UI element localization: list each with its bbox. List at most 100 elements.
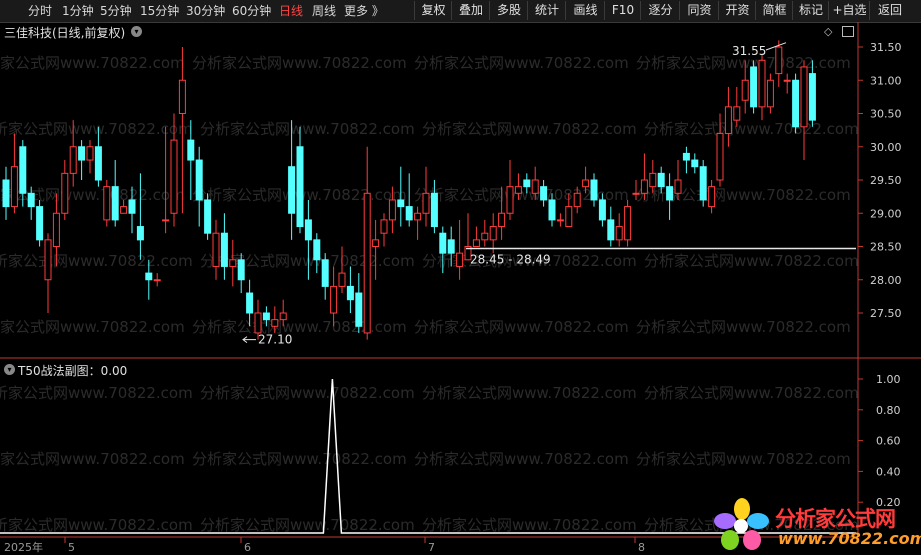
kline-chart[interactable]: 31.50 31.00 30.50 30.00 29.50 29.00 28.50 28.00… xyxy=(0,0,921,555)
candle-body xyxy=(78,146,86,161)
candle-body xyxy=(170,139,178,214)
indicator-tick-label: 0.80 xyxy=(876,404,901,417)
candle-body xyxy=(380,219,388,234)
flower-logo-icon xyxy=(714,498,769,550)
candle-body xyxy=(657,172,665,188)
logo-url: www.70822.com xyxy=(778,529,921,548)
candle-body xyxy=(472,239,480,248)
candle-body xyxy=(254,312,262,334)
candle-body xyxy=(716,132,724,181)
candle-body xyxy=(447,239,455,254)
indicator-tick-label: 0.60 xyxy=(876,435,901,448)
candle-body xyxy=(296,146,304,228)
price-tick-label: 29.50 xyxy=(870,174,902,187)
candle-body xyxy=(733,106,741,121)
candle-body xyxy=(246,292,254,314)
date-tick-label: 8 xyxy=(638,541,645,554)
candle-body xyxy=(10,166,18,208)
candle-body xyxy=(212,232,220,267)
price-tick-label: 31.50 xyxy=(870,41,902,54)
candle-body xyxy=(582,179,590,188)
candle-body xyxy=(220,232,228,267)
price-tick-label: 28.00 xyxy=(870,274,902,287)
candle-body xyxy=(355,292,363,327)
date-axis: 2025年 5 6 7 8 xyxy=(4,537,645,554)
candle-body xyxy=(615,226,623,241)
candle-body xyxy=(69,146,77,174)
candle-body xyxy=(338,272,346,287)
candle-body xyxy=(86,146,94,161)
candle-body xyxy=(321,259,329,287)
candle-body xyxy=(262,312,270,321)
candle-body xyxy=(649,172,657,188)
candle-body xyxy=(372,239,380,248)
candle-body xyxy=(640,179,648,194)
candle-body xyxy=(430,192,438,228)
candle-body xyxy=(598,199,606,221)
candle-body xyxy=(624,206,632,241)
price-tick-label: 31.00 xyxy=(870,74,902,87)
price-tick-label: 28.50 xyxy=(870,241,902,254)
candle-body xyxy=(237,259,245,281)
candle-body xyxy=(61,172,69,214)
candles-group xyxy=(2,40,816,340)
candle-body xyxy=(136,226,144,241)
candle-body xyxy=(514,186,522,194)
candle-body xyxy=(330,285,338,314)
logo: 分析家公式网 www.70822.com xyxy=(712,497,921,553)
candle-body xyxy=(548,199,556,221)
candle-body xyxy=(111,186,119,221)
candle-body xyxy=(498,212,506,228)
candle-body xyxy=(313,239,321,261)
candle-body xyxy=(758,59,766,108)
candle-body xyxy=(229,259,237,267)
price-tick-label: 30.00 xyxy=(870,141,902,154)
candle-body xyxy=(128,199,136,214)
low-price-arrow xyxy=(242,336,256,343)
candle-body xyxy=(178,79,186,114)
candle-body xyxy=(2,179,10,208)
candle-body xyxy=(792,79,800,128)
price-axis: 31.50 31.00 30.50 30.00 29.50 29.00 28.50 28.00… xyxy=(858,41,902,320)
candle-body xyxy=(19,146,27,194)
date-tick-label: 2025年 xyxy=(4,540,43,554)
candle-body xyxy=(346,285,354,301)
candle-body xyxy=(422,192,430,214)
candle-body xyxy=(682,152,690,161)
candle-body xyxy=(288,166,296,214)
candle-body xyxy=(52,212,60,247)
candle-body xyxy=(36,206,44,241)
candle-body xyxy=(397,199,405,208)
candle-body xyxy=(44,239,52,281)
candle-body xyxy=(724,106,732,134)
candle-body xyxy=(573,192,581,208)
candle-body xyxy=(304,219,312,241)
candle-body xyxy=(27,192,35,208)
candle-body xyxy=(145,272,153,281)
candle-body xyxy=(187,139,195,161)
range-label: 28.45 - 28.49 xyxy=(470,252,551,266)
date-tick-label: 6 xyxy=(244,541,251,554)
candle-body xyxy=(439,232,447,254)
candle-body xyxy=(556,219,564,222)
candle-body xyxy=(204,199,212,234)
candle-body xyxy=(195,159,203,201)
candle-body xyxy=(523,179,531,188)
candle-body xyxy=(666,186,674,201)
high-price-label: 31.55 xyxy=(732,44,766,58)
candle-body xyxy=(750,66,758,108)
candle-body xyxy=(775,46,783,75)
candle-body xyxy=(481,232,489,241)
price-tick-label: 30.50 xyxy=(870,108,902,121)
low-price-label: 27.10 xyxy=(258,333,292,347)
candle-body xyxy=(691,159,699,168)
candle-body xyxy=(766,79,774,108)
date-tick-label: 7 xyxy=(428,541,435,554)
candle-body xyxy=(800,66,808,128)
indicator-tick-label: 1.00 xyxy=(876,373,901,386)
candle-body xyxy=(405,206,413,221)
candle-body xyxy=(531,179,539,194)
price-tick-label: 29.00 xyxy=(870,207,902,220)
candle-body xyxy=(271,319,279,327)
candle-body xyxy=(699,166,707,201)
